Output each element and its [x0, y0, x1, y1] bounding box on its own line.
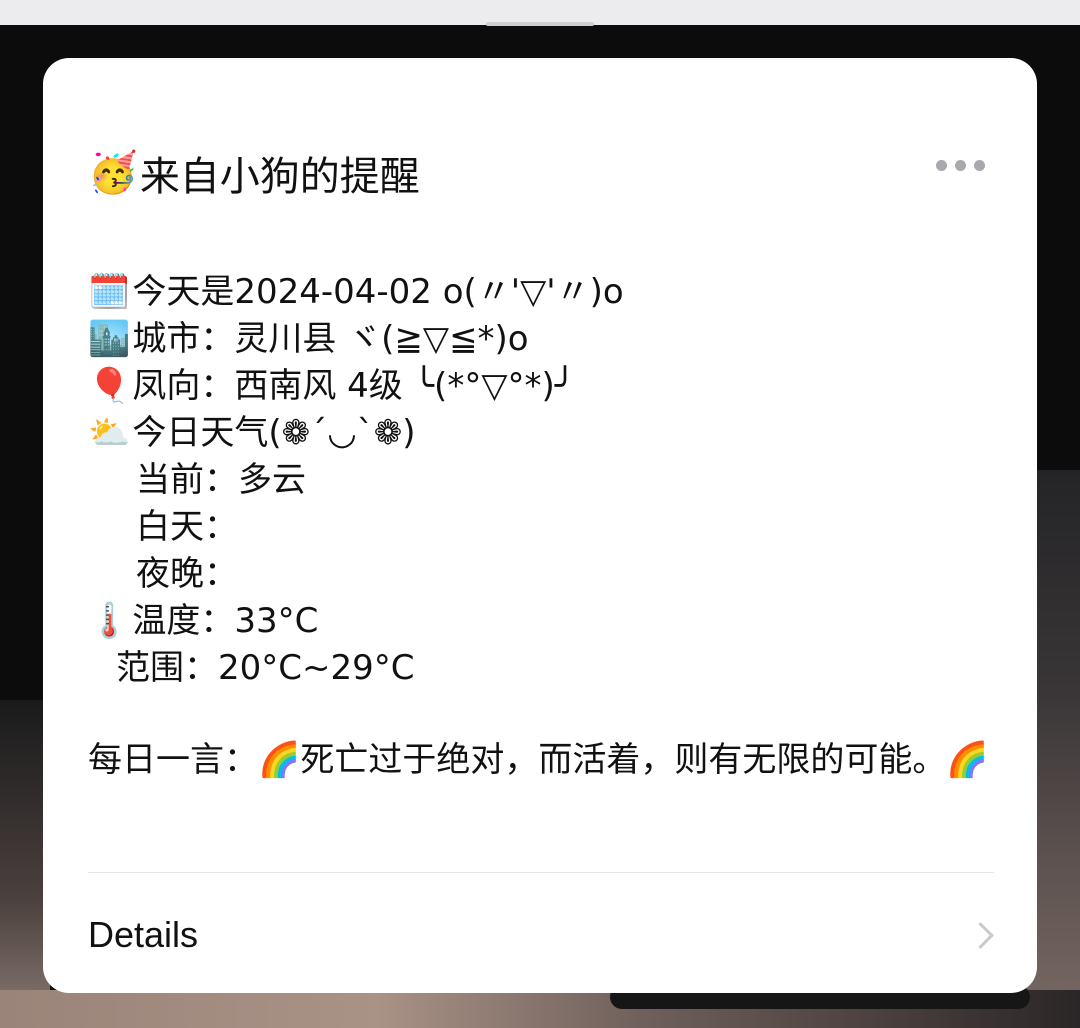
temperature-range-text: 范围：20°C~29°C [116, 648, 415, 688]
more-options-button[interactable] [936, 160, 985, 171]
details-label: Details [88, 914, 199, 955]
quote-prefix: 每日一言： [88, 740, 258, 780]
quote-text: 死亡过于绝对，而活着，则有无限的可能。 [300, 740, 947, 780]
temperature-range-line: 范围：20°C~29°C [88, 645, 998, 692]
sun-cloud-icon: ⛅ [88, 413, 131, 453]
card-title: 🥳 来自小狗的提醒 [88, 144, 420, 202]
thermometer-icon: 🌡️ [88, 601, 131, 641]
weather-night-line: 夜晚： [88, 551, 998, 598]
calendar-icon: 🗓️ [88, 272, 131, 312]
city-line: 🏙️城市：灵川县 ヾ(≧▽≦*)o [88, 316, 998, 363]
weather-heading-line: ⛅今日天气(❁´◡`❁) [88, 410, 998, 457]
cityscape-icon: 🏙️ [88, 319, 131, 359]
temperature-text: 温度：33°C [132, 601, 319, 641]
rainbow-icon: 🌈 [258, 740, 301, 780]
top-handle [486, 22, 594, 26]
screen: 🥳 来自小狗的提醒 🗓️今天是2024-04-02 o(〃'▽'〃)o 🏙️城市… [0, 0, 1080, 1028]
card-title-text: 来自小狗的提醒 [139, 154, 420, 200]
city-text: 城市：灵川县 ヾ(≧▽≦*)o [132, 319, 529, 359]
weather-day-line: 白天： [88, 504, 998, 551]
reminder-card: 🥳 来自小狗的提醒 🗓️今天是2024-04-02 o(〃'▽'〃)o 🏙️城市… [43, 58, 1037, 993]
wind-text: 凤向：西南风 4级 ╰(*°▽°*)╯ [132, 366, 576, 406]
balloon-icon: 🎈 [88, 366, 131, 406]
more-dot-icon [936, 160, 947, 171]
more-dot-icon [974, 160, 985, 171]
daily-quote: 每日一言：🌈死亡过于绝对，而活着，则有无限的可能。🌈 [88, 737, 998, 783]
card-body: 🗓️今天是2024-04-02 o(〃'▽'〃)o 🏙️城市：灵川县 ヾ(≧▽≦… [88, 269, 998, 783]
temperature-line: 🌡️温度：33°C [88, 598, 998, 645]
wind-line: 🎈凤向：西南风 4级 ╰(*°▽°*)╯ [88, 363, 998, 410]
weather-night-text: 夜晚： [136, 554, 238, 594]
weather-day-text: 白天： [136, 507, 238, 547]
weather-current-text: 当前：多云 [136, 460, 306, 500]
date-line: 🗓️今天是2024-04-02 o(〃'▽'〃)o [88, 269, 998, 316]
party-face-icon: 🥳 [88, 150, 138, 196]
chevron-right-icon [967, 922, 994, 949]
weather-heading-text: 今日天气(❁´◡`❁) [132, 413, 416, 453]
more-dot-icon [955, 160, 966, 171]
weather-current-line: 当前：多云 [88, 457, 998, 504]
details-row[interactable]: Details [43, 898, 1037, 978]
rainbow-icon: 🌈 [946, 740, 989, 780]
divider [88, 872, 994, 873]
date-text: 今天是2024-04-02 o(〃'▽'〃)o [132, 272, 624, 312]
